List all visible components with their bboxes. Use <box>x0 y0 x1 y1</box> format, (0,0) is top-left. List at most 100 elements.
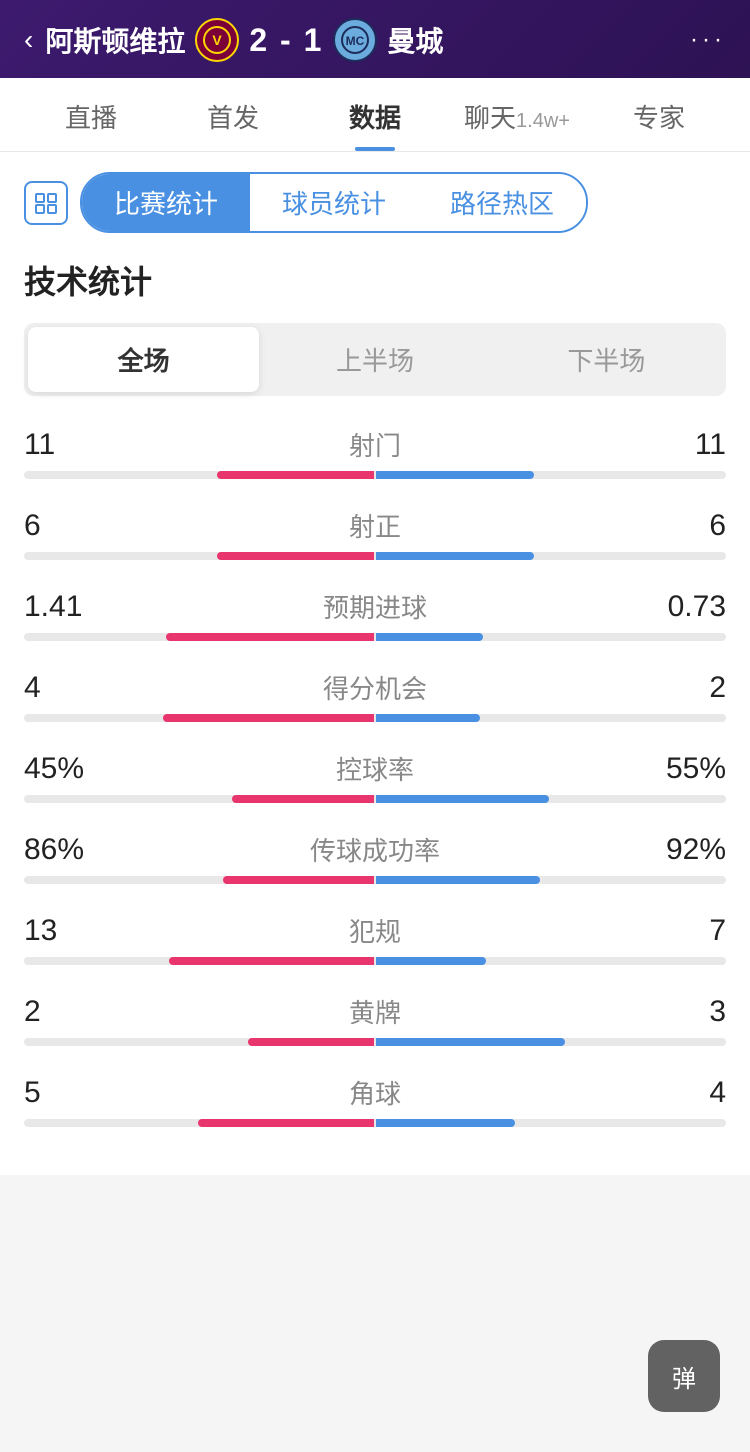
bar-left-corners <box>198 1119 374 1127</box>
stats-container: 11 射门 11 6 射正 6 1.41 预期进球 0.73 4 得分机会 2 … <box>24 426 726 1127</box>
stat-left-pass_accuracy: 86% <box>24 833 104 867</box>
away-team-badge: MC <box>333 18 377 62</box>
filter-icon-button[interactable] <box>24 181 68 225</box>
header: ‹ 阿斯顿维拉 V 2 - 1 MC 曼城 ··· <box>0 0 750 78</box>
stat-values-corners: 5 角球 4 <box>24 1074 726 1111</box>
stat-bar-pass_accuracy <box>24 876 726 884</box>
bar-left-pass_accuracy <box>223 876 374 884</box>
stat-bar-corners <box>24 1119 726 1127</box>
stat-bar-shots <box>24 471 726 479</box>
stat-right-shots_on_target: 6 <box>646 509 726 543</box>
filter-tabs: 比赛统计 球员统计 路径热区 <box>80 172 588 233</box>
stat-values-shots: 11 射门 11 <box>24 426 726 463</box>
bar-right-yellow_cards <box>376 1038 565 1046</box>
stat-right-yellow_cards: 3 <box>646 995 726 1029</box>
stat-left-corners: 5 <box>24 1076 104 1110</box>
filter-row: 比赛统计 球员统计 路径热区 <box>24 172 726 233</box>
away-team-name: 曼城 <box>387 20 443 60</box>
back-button[interactable]: ‹ <box>24 24 33 56</box>
stat-right-corners: 4 <box>646 1076 726 1110</box>
bar-right-chances <box>376 714 480 722</box>
stat-left-shots_on_target: 6 <box>24 509 104 543</box>
nav-tabs: 直播 首发 数据 聊天1.4w+ 专家 <box>0 78 750 152</box>
home-team-badge: V <box>195 18 239 62</box>
stat-row-shots: 11 射门 11 <box>24 426 726 479</box>
stat-bar-fouls <box>24 957 726 965</box>
tab-expert[interactable]: 专家 <box>588 78 730 151</box>
float-button[interactable]: 弹 <box>648 1340 720 1412</box>
filter-tab-match[interactable]: 比赛统计 <box>82 174 250 231</box>
bar-right-corners <box>376 1119 515 1127</box>
bar-left-shots_on_target <box>217 552 375 560</box>
stat-values-fouls: 13 犯规 7 <box>24 912 726 949</box>
stat-right-chances: 2 <box>646 671 726 705</box>
stat-label-fouls: 犯规 <box>104 912 646 949</box>
stat-row-pass_accuracy: 86% 传球成功率 92% <box>24 831 726 884</box>
tab-lineup[interactable]: 首发 <box>162 78 304 151</box>
tab-chat[interactable]: 聊天1.4w+ <box>446 78 588 151</box>
stat-row-shots_on_target: 6 射正 6 <box>24 507 726 560</box>
stat-label-chances: 得分机会 <box>104 669 646 706</box>
stat-right-fouls: 7 <box>646 914 726 948</box>
period-second-half[interactable]: 下半场 <box>491 327 722 392</box>
bar-left-fouls <box>169 957 374 965</box>
period-selector: 全场 上半场 下半场 <box>24 323 726 396</box>
stat-row-corners: 5 角球 4 <box>24 1074 726 1127</box>
bar-left-xg <box>166 633 374 641</box>
bar-left-chances <box>163 714 374 722</box>
stat-label-yellow_cards: 黄牌 <box>104 993 646 1030</box>
stat-left-fouls: 13 <box>24 914 104 948</box>
stat-bar-xg <box>24 633 726 641</box>
stat-label-possession: 控球率 <box>104 750 646 787</box>
stat-row-xg: 1.41 预期进球 0.73 <box>24 588 726 641</box>
stat-left-shots: 11 <box>24 428 104 462</box>
stat-label-xg: 预期进球 <box>104 588 646 625</box>
tab-data[interactable]: 数据 <box>304 78 446 151</box>
stat-values-possession: 45% 控球率 55% <box>24 750 726 787</box>
tab-live[interactable]: 直播 <box>20 78 162 151</box>
bar-left-yellow_cards <box>248 1038 374 1046</box>
match-score: 2 - 1 <box>249 22 323 59</box>
stat-right-xg: 0.73 <box>646 590 726 624</box>
header-left: ‹ 阿斯顿维拉 V 2 - 1 MC 曼城 <box>24 18 443 62</box>
match-title: 阿斯顿维拉 V 2 - 1 MC 曼城 <box>45 18 443 62</box>
svg-text:MC: MC <box>346 34 365 48</box>
stat-left-xg: 1.41 <box>24 590 104 624</box>
stat-values-xg: 1.41 预期进球 0.73 <box>24 588 726 625</box>
period-first-half[interactable]: 上半场 <box>259 327 490 392</box>
more-button[interactable]: ··· <box>690 26 726 54</box>
period-full[interactable]: 全场 <box>28 327 259 392</box>
stat-bar-shots_on_target <box>24 552 726 560</box>
stat-values-pass_accuracy: 86% 传球成功率 92% <box>24 831 726 868</box>
content-area: 比赛统计 球员统计 路径热区 技术统计 全场 上半场 下半场 11 射门 11 <box>0 152 750 1175</box>
stat-label-corners: 角球 <box>104 1074 646 1111</box>
stat-values-chances: 4 得分机会 2 <box>24 669 726 706</box>
stat-row-yellow_cards: 2 黄牌 3 <box>24 993 726 1046</box>
stat-row-fouls: 13 犯规 7 <box>24 912 726 965</box>
stat-row-possession: 45% 控球率 55% <box>24 750 726 803</box>
bar-right-fouls <box>376 957 486 965</box>
stat-right-pass_accuracy: 92% <box>646 833 726 867</box>
stat-bar-yellow_cards <box>24 1038 726 1046</box>
bar-right-xg <box>376 633 483 641</box>
stat-label-shots: 射门 <box>104 426 646 463</box>
stat-right-possession: 55% <box>646 752 726 786</box>
stat-left-possession: 45% <box>24 752 104 786</box>
stat-values-yellow_cards: 2 黄牌 3 <box>24 993 726 1030</box>
stat-left-chances: 4 <box>24 671 104 705</box>
stat-values-shots_on_target: 6 射正 6 <box>24 507 726 544</box>
home-team-name: 阿斯顿维拉 <box>45 20 185 60</box>
stat-row-chances: 4 得分机会 2 <box>24 669 726 722</box>
bar-right-possession <box>376 795 549 803</box>
bar-right-shots_on_target <box>376 552 534 560</box>
stat-bar-chances <box>24 714 726 722</box>
stat-right-shots: 11 <box>646 428 726 462</box>
filter-tab-player[interactable]: 球员统计 <box>250 174 418 231</box>
stat-label-pass_accuracy: 传球成功率 <box>104 831 646 868</box>
svg-text:V: V <box>213 32 223 48</box>
section-title: 技术统计 <box>24 257 726 303</box>
bar-right-pass_accuracy <box>376 876 540 884</box>
bar-left-possession <box>232 795 374 803</box>
bar-left-shots <box>217 471 375 479</box>
filter-tab-heatmap[interactable]: 路径热区 <box>418 174 586 231</box>
